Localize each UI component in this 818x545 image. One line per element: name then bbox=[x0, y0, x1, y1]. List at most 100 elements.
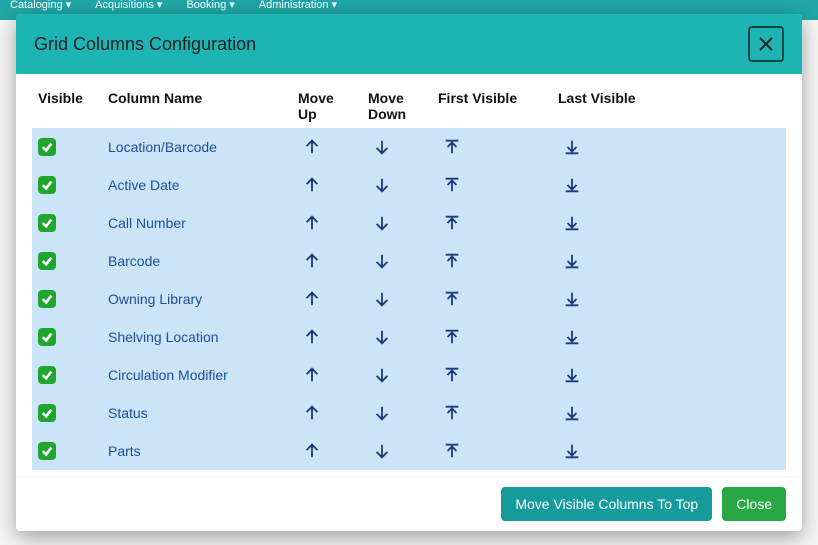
first-visible-button[interactable] bbox=[438, 173, 466, 197]
table-row: Shelving Location bbox=[32, 318, 786, 356]
move-down-button[interactable] bbox=[368, 325, 396, 349]
move-down-button[interactable] bbox=[368, 173, 396, 197]
visible-toggle[interactable] bbox=[38, 328, 56, 346]
arrow-down-icon bbox=[373, 214, 391, 232]
modal-backdrop: Grid Columns Configuration Visible Colum… bbox=[0, 0, 818, 545]
last-visible-button[interactable] bbox=[558, 135, 586, 159]
move-down-button[interactable] bbox=[368, 211, 396, 235]
arrow-down-icon bbox=[373, 366, 391, 384]
column-name[interactable]: Active Date bbox=[108, 177, 180, 193]
arrow-down-icon bbox=[373, 138, 391, 156]
table-row: Location/Barcode bbox=[32, 128, 786, 166]
visible-toggle[interactable] bbox=[38, 290, 56, 308]
first-visible-button[interactable] bbox=[438, 135, 466, 159]
table-row: Call Number bbox=[32, 204, 786, 242]
arrow-to-top-icon bbox=[443, 252, 461, 270]
visible-toggle[interactable] bbox=[38, 214, 56, 232]
first-visible-button[interactable] bbox=[438, 401, 466, 425]
column-name[interactable]: Call Number bbox=[108, 215, 186, 231]
table-row: Circulation Modifier bbox=[32, 356, 786, 394]
last-visible-button[interactable] bbox=[558, 401, 586, 425]
first-visible-button[interactable] bbox=[438, 439, 466, 463]
arrow-to-bottom-icon bbox=[563, 290, 581, 308]
arrow-up-icon bbox=[303, 328, 321, 346]
visible-toggle[interactable] bbox=[38, 366, 56, 384]
move-down-button[interactable] bbox=[368, 439, 396, 463]
move-down-button[interactable] bbox=[368, 363, 396, 387]
visible-toggle[interactable] bbox=[38, 442, 56, 460]
arrow-to-bottom-icon bbox=[563, 176, 581, 194]
column-name[interactable]: Shelving Location bbox=[108, 329, 219, 345]
arrow-to-top-icon bbox=[443, 366, 461, 384]
last-visible-button[interactable] bbox=[558, 211, 586, 235]
move-down-button[interactable] bbox=[368, 135, 396, 159]
visible-toggle[interactable] bbox=[38, 252, 56, 270]
arrow-to-top-icon bbox=[443, 442, 461, 460]
arrow-to-top-icon bbox=[443, 176, 461, 194]
column-name[interactable]: Location/Barcode bbox=[108, 139, 217, 155]
last-visible-button[interactable] bbox=[558, 363, 586, 387]
move-up-button[interactable] bbox=[298, 135, 326, 159]
column-name[interactable]: Status bbox=[108, 405, 148, 421]
modal-header: Grid Columns Configuration bbox=[16, 14, 802, 74]
move-down-button[interactable] bbox=[368, 287, 396, 311]
arrow-down-icon bbox=[373, 404, 391, 422]
first-visible-button[interactable] bbox=[438, 249, 466, 273]
arrow-to-top-icon bbox=[443, 404, 461, 422]
header-visible: Visible bbox=[32, 80, 102, 128]
grid-columns-config-modal: Grid Columns Configuration Visible Colum… bbox=[16, 14, 802, 531]
move-up-button[interactable] bbox=[298, 249, 326, 273]
visible-toggle[interactable] bbox=[38, 404, 56, 422]
arrow-to-bottom-icon bbox=[563, 366, 581, 384]
table-row: Active Date bbox=[32, 166, 786, 204]
header-last-visible: Last Visible bbox=[552, 80, 786, 128]
first-visible-button[interactable] bbox=[438, 211, 466, 235]
column-name[interactable]: Barcode bbox=[108, 253, 160, 269]
arrow-up-icon bbox=[303, 442, 321, 460]
first-visible-button[interactable] bbox=[438, 363, 466, 387]
arrow-down-icon bbox=[373, 328, 391, 346]
move-up-button[interactable] bbox=[298, 173, 326, 197]
move-up-button[interactable] bbox=[298, 287, 326, 311]
arrow-to-bottom-icon bbox=[563, 442, 581, 460]
first-visible-button[interactable] bbox=[438, 287, 466, 311]
close-button[interactable]: Close bbox=[722, 487, 786, 521]
move-down-button[interactable] bbox=[368, 249, 396, 273]
move-up-button[interactable] bbox=[298, 439, 326, 463]
table-row: Parts bbox=[32, 432, 786, 470]
modal-body[interactable]: Visible Column Name MoveUp MoveDown Firs… bbox=[16, 74, 802, 476]
visible-toggle[interactable] bbox=[38, 138, 56, 156]
column-name[interactable]: Circulation Modifier bbox=[108, 367, 228, 383]
move-visible-top-button[interactable]: Move Visible Columns To Top bbox=[501, 487, 712, 521]
move-up-button[interactable] bbox=[298, 401, 326, 425]
table-row: Owning Library bbox=[32, 280, 786, 318]
move-up-button[interactable] bbox=[298, 325, 326, 349]
last-visible-button[interactable] bbox=[558, 173, 586, 197]
visible-toggle[interactable] bbox=[38, 176, 56, 194]
arrow-to-bottom-icon bbox=[563, 404, 581, 422]
table-row: Barcode bbox=[32, 242, 786, 280]
last-visible-button[interactable] bbox=[558, 287, 586, 311]
last-visible-button[interactable] bbox=[558, 249, 586, 273]
arrow-to-bottom-icon bbox=[563, 214, 581, 232]
column-name[interactable]: Owning Library bbox=[108, 291, 202, 307]
table-row: Status bbox=[32, 394, 786, 432]
arrow-down-icon bbox=[373, 176, 391, 194]
column-name[interactable]: Parts bbox=[108, 443, 141, 459]
move-up-button[interactable] bbox=[298, 211, 326, 235]
move-down-button[interactable] bbox=[368, 401, 396, 425]
arrow-up-icon bbox=[303, 290, 321, 308]
move-up-button[interactable] bbox=[298, 363, 326, 387]
arrow-down-icon bbox=[373, 290, 391, 308]
header-move-up: MoveUp bbox=[292, 80, 362, 128]
arrow-down-icon bbox=[373, 252, 391, 270]
last-visible-button[interactable] bbox=[558, 325, 586, 349]
arrow-up-icon bbox=[303, 214, 321, 232]
arrow-to-bottom-icon bbox=[563, 328, 581, 346]
arrow-to-bottom-icon bbox=[563, 252, 581, 270]
arrow-to-top-icon bbox=[443, 290, 461, 308]
close-x-button[interactable] bbox=[748, 26, 784, 62]
first-visible-button[interactable] bbox=[438, 325, 466, 349]
last-visible-button[interactable] bbox=[558, 439, 586, 463]
arrow-to-bottom-icon bbox=[563, 138, 581, 156]
